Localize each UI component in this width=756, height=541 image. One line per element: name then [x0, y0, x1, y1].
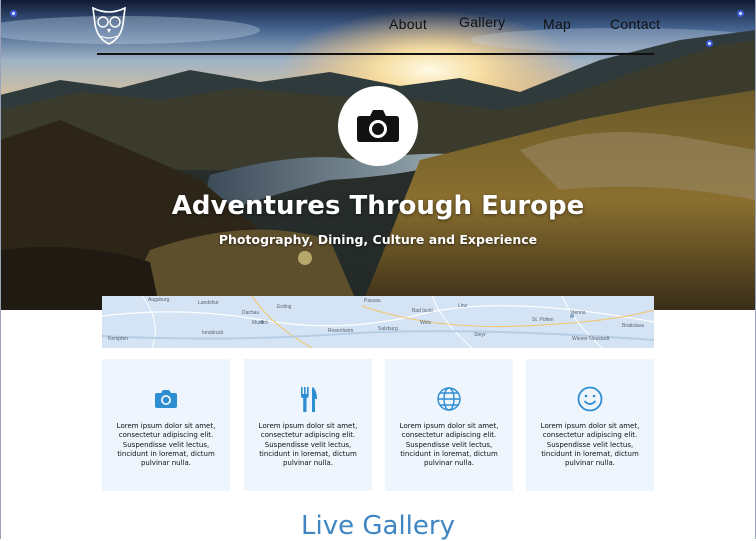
window-frame	[0, 0, 756, 539]
